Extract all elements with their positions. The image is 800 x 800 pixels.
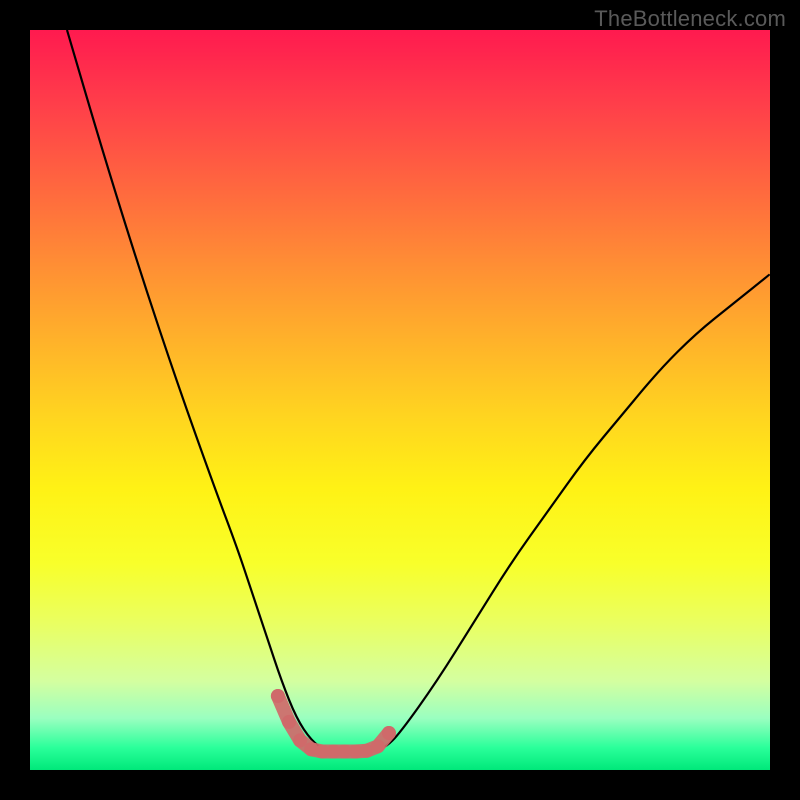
watermark-text: TheBottleneck.com [594,6,786,32]
plot-area [30,30,770,770]
bottleneck-curve-svg [30,30,770,770]
fit-marker-dot [293,733,307,747]
fit-marker-dot [382,726,396,740]
fit-marker-dot [271,689,285,703]
fit-marker-dot [282,715,296,729]
chart-frame: TheBottleneck.com [0,0,800,800]
fit-marker-dot [371,739,385,753]
bottleneck-curve [67,30,770,752]
